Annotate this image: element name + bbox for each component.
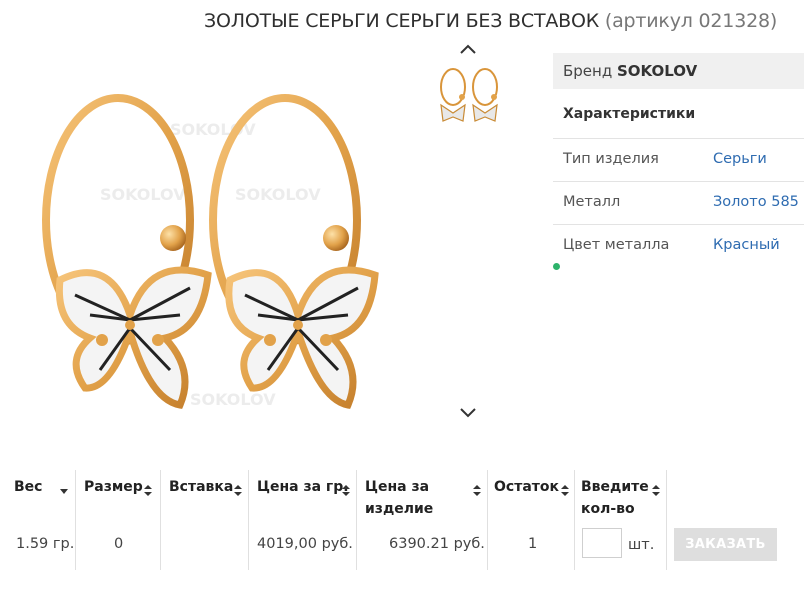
sort-icon[interactable]	[144, 484, 152, 497]
column-header: Размер	[84, 479, 143, 495]
column-price-item: Цена за изделие 6390.21 руб.	[357, 470, 488, 570]
quantity-unit: шт.	[628, 537, 655, 553]
spec-value-link[interactable]: Красный	[713, 237, 780, 253]
column-weight: Вес 1.59 гр.	[6, 470, 76, 570]
status-dot	[553, 263, 560, 270]
product-image: SOKOLOV SOKOLOV SOKOLOV SOKOLOV	[42, 94, 379, 409]
svg-text:SOKOLOV: SOKOLOV	[100, 185, 186, 204]
brand-label: Бренд	[563, 62, 613, 80]
sort-icon[interactable]	[234, 484, 242, 497]
brand-value: SOKOLOV	[617, 62, 698, 80]
product-sku: (артикул 021328)	[604, 10, 778, 32]
sort-icon[interactable]	[473, 484, 481, 497]
cell-price-item: 6390.21 руб.	[389, 536, 485, 552]
cell-stock: 1	[528, 536, 538, 552]
spec-label: Тип изделия	[563, 151, 659, 167]
cell-weight: 1.59 гр.	[16, 536, 75, 552]
spec-row-color: Цвет металла Красный	[553, 225, 804, 268]
sort-icon[interactable]	[561, 484, 569, 497]
quantity-input[interactable]	[582, 528, 622, 558]
spec-row-metal: Металл Золото 585	[553, 182, 804, 225]
sort-icon[interactable]	[342, 484, 350, 497]
svg-text:SOKOLOV: SOKOLOV	[235, 185, 321, 204]
column-header: Цена за гр.	[257, 479, 349, 495]
cell-price-gram: 4019,00 руб.	[257, 536, 353, 552]
order-button[interactable]: ЗАКАЗАТЬ	[674, 528, 777, 561]
column-insert: Вставка	[161, 470, 249, 570]
sort-icon[interactable]	[652, 484, 660, 497]
product-thumbnail[interactable]	[432, 60, 504, 132]
column-price-gram: Цена за гр. 4019,00 руб.	[249, 470, 357, 570]
specs-heading: Характеристики	[553, 89, 804, 139]
brand-row: Бренд SOKOLOV	[553, 53, 804, 89]
sort-down-icon[interactable]	[60, 484, 68, 497]
product-name: ЗОЛОТЫЕ СЕРЬГИ СЕРЬГИ БЕЗ ВСТАВОК	[204, 10, 600, 32]
spec-value-link[interactable]: Серьги	[713, 151, 767, 167]
offers-table: Вес 1.59 гр. Размер 0 Вставка Цена за гр…	[0, 470, 804, 580]
spec-label: Металл	[563, 194, 621, 210]
chevron-down-icon[interactable]	[458, 406, 478, 420]
column-stock: Остаток 1	[488, 470, 575, 570]
column-header: Вставка	[169, 479, 234, 495]
spec-row-type: Тип изделия Серьги	[553, 139, 804, 182]
chevron-up-icon[interactable]	[458, 42, 478, 56]
column-header: Цена за изделие	[365, 479, 434, 517]
cell-size: 0	[114, 536, 124, 552]
spec-value-link[interactable]: Золото 585	[713, 194, 799, 210]
product-title: ЗОЛОТЫЕ СЕРЬГИ СЕРЬГИ БЕЗ ВСТАВОК (артик…	[204, 10, 777, 32]
column-header: Вес	[14, 479, 43, 495]
column-size: Размер 0	[76, 470, 161, 570]
svg-text:SOKOLOV: SOKOLOV	[190, 390, 276, 409]
specs-panel: Бренд SOKOLOV Характеристики Тип изделия…	[553, 53, 804, 268]
spec-label: Цвет металла	[563, 237, 670, 253]
column-header: Введите кол-во	[581, 479, 649, 517]
column-header: Остаток	[494, 479, 559, 495]
